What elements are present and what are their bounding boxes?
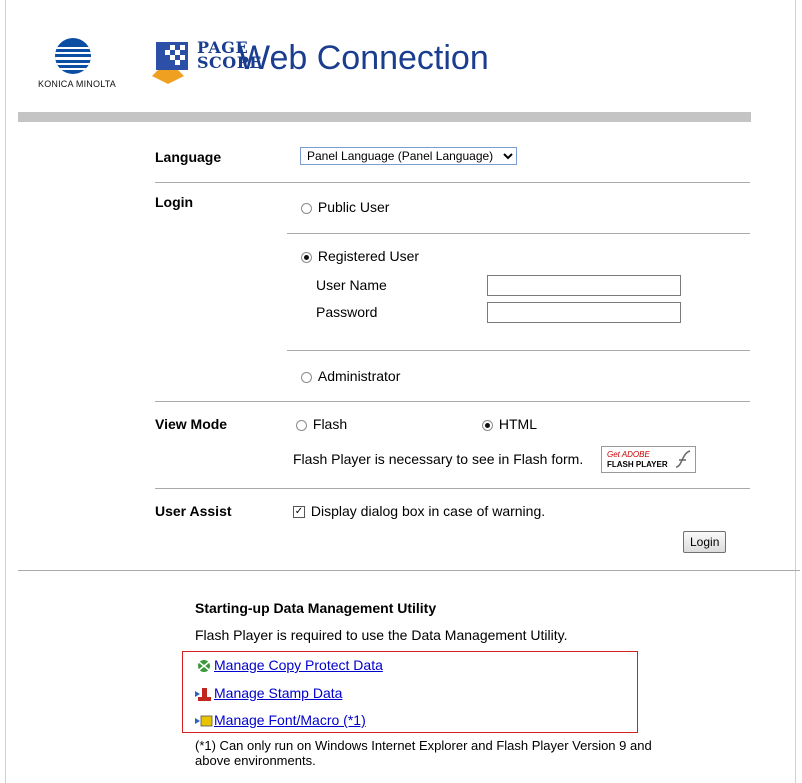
copy-protect-link[interactable]: Manage Copy Protect Data	[214, 657, 383, 673]
frame-left-edge	[5, 0, 6, 783]
user-name-input[interactable]	[487, 275, 681, 296]
konica-minolta-logo-icon	[55, 38, 91, 74]
login-label: Login	[155, 194, 194, 210]
footnote: (*1) Can only run on Windows Internet Ex…	[195, 738, 652, 768]
stamp-link[interactable]: Manage Stamp Data	[214, 685, 342, 701]
row-divider	[155, 182, 750, 183]
badge-line-2: FLASH PLAYER	[607, 460, 668, 469]
registered-user-option[interactable]: Registered User	[301, 248, 419, 264]
row-divider	[155, 488, 750, 489]
administrator-label: Administrator	[317, 368, 401, 384]
registered-user-label: Registered User	[317, 248, 420, 264]
administrator-radio[interactable]	[301, 371, 312, 383]
html-radio[interactable]	[482, 419, 493, 431]
html-option[interactable]: HTML	[482, 416, 537, 432]
user-assist-option[interactable]: ✓ Display dialog box in case of warning.	[293, 503, 545, 519]
section-divider	[18, 570, 800, 571]
flash-radio[interactable]	[296, 419, 307, 431]
flash-option[interactable]: Flash	[296, 416, 347, 432]
public-user-option[interactable]: Public User	[301, 199, 389, 215]
flash-icon	[675, 450, 691, 468]
public-user-radio[interactable]	[301, 202, 312, 214]
stamp-icon	[195, 688, 211, 702]
public-user-label: Public User	[317, 199, 390, 215]
product-title: Web Connection	[238, 39, 489, 77]
pagescope-logo-icon	[152, 42, 188, 84]
row-divider	[155, 401, 750, 402]
badge-line-1: Get ADOBE	[607, 450, 650, 459]
utility-heading: Starting-up Data Management Utility	[195, 600, 437, 616]
flash-label: Flash	[312, 416, 348, 432]
header-divider-bar	[18, 112, 751, 122]
warning-dialog-checkbox[interactable]: ✓	[293, 506, 305, 519]
row-divider	[287, 350, 750, 351]
language-select[interactable]: Panel Language (Panel Language)	[300, 147, 517, 165]
login-button[interactable]: Login	[683, 531, 727, 553]
brand-text: KONICA MINOLTA	[38, 79, 116, 89]
utility-link-font-macro[interactable]: Manage Font/Macro (*1)	[195, 712, 366, 729]
warning-dialog-label: Display dialog box in case of warning.	[310, 503, 546, 519]
language-label: Language	[155, 149, 222, 165]
password-label: Password	[316, 304, 378, 320]
footnote-line-2: above environments.	[195, 753, 316, 768]
frame-right-edge	[795, 0, 796, 783]
user-name-label: User Name	[316, 277, 387, 293]
administrator-option[interactable]: Administrator	[301, 368, 400, 384]
html-label: HTML	[498, 416, 538, 432]
font-macro-icon	[195, 715, 213, 727]
registered-user-radio[interactable]	[301, 251, 312, 263]
utility-link-copy-protect[interactable]: Manage Copy Protect Data	[195, 657, 383, 674]
view-mode-label: View Mode	[155, 416, 228, 432]
row-divider	[287, 233, 750, 234]
utility-note: Flash Player is required to use the Data…	[195, 627, 568, 643]
font-macro-link[interactable]: Manage Font/Macro (*1)	[214, 712, 366, 728]
password-input[interactable]	[487, 302, 681, 323]
get-flash-player-badge[interactable]: Get ADOBE FLASH PLAYER	[601, 446, 696, 473]
flash-required-note: Flash Player is necessary to see in Flas…	[293, 451, 584, 467]
copy-protect-icon	[198, 660, 210, 673]
utility-link-stamp[interactable]: Manage Stamp Data	[195, 685, 342, 702]
user-assist-label: User Assist	[155, 503, 232, 519]
footnote-line-1: (*1) Can only run on Windows Internet Ex…	[195, 738, 652, 753]
